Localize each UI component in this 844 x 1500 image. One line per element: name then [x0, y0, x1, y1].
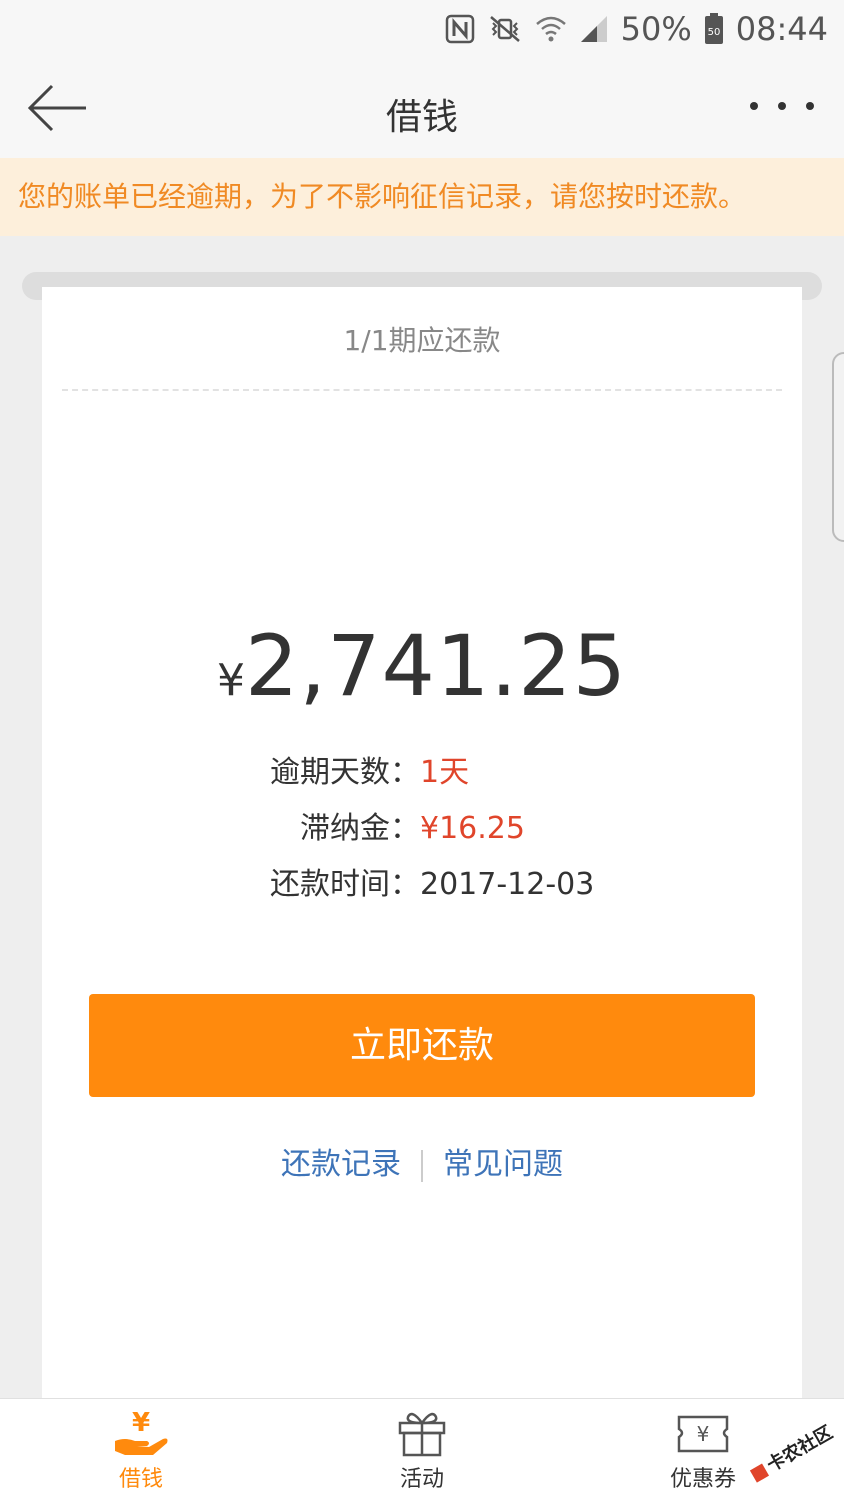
gift-icon	[398, 1412, 446, 1457]
overdue-days-value: 1天	[420, 755, 470, 790]
edge-panel-handle[interactable]	[832, 352, 844, 542]
overdue-notice: 您的账单已经逾期，为了不影响征信记录，请您按时还款。	[0, 158, 844, 236]
nav-label-activity: 活动	[399, 1467, 444, 1492]
more-dot	[778, 102, 786, 110]
late-fee-value: ¥16.25	[420, 811, 525, 846]
yen-hand-icon: ¥	[115, 1408, 168, 1455]
battery-icon: 50	[704, 13, 724, 45]
bill-card: 1/1期应还款 ¥2,741.25 逾期天数：1天 滞纳金：¥16.25 还款时…	[42, 287, 802, 1407]
watermark-logo: 卡农社区	[740, 1412, 840, 1492]
status-bar: 50% 50 08:44	[0, 0, 844, 58]
period-label: 1/1期应还款	[343, 324, 501, 357]
battery-badge: 50	[707, 27, 720, 38]
secondary-links: 还款记录 常见问题	[42, 1139, 802, 1183]
status-time: 08:44	[735, 10, 828, 48]
dashed-divider	[62, 389, 782, 391]
svg-text:¥: ¥	[132, 1408, 150, 1438]
more-button[interactable]	[750, 86, 814, 126]
page-title: 借钱	[385, 97, 458, 138]
nav-item-borrow[interactable]: ¥ 借钱	[71, 1399, 211, 1499]
due-date-row: 还款时间：2017-12-03	[266, 859, 594, 903]
more-dot	[806, 102, 814, 110]
overdue-days-row: 逾期天数：1天	[266, 747, 469, 791]
late-fee-row: 滞纳金：¥16.25	[266, 803, 525, 847]
repay-record-link[interactable]: 还款记录	[281, 1147, 401, 1182]
late-fee-label: 滞纳金：	[300, 811, 420, 846]
faq-link[interactable]: 常见问题	[443, 1147, 563, 1182]
currency-symbol: ¥	[216, 655, 245, 706]
app-header: 借钱	[0, 58, 844, 158]
link-separator	[421, 1149, 423, 1182]
pay-now-button[interactable]: 立即还款	[89, 994, 755, 1097]
more-dots-icon	[750, 102, 758, 110]
svg-text:¥: ¥	[697, 1422, 710, 1446]
battery-percent: 50%	[620, 10, 692, 48]
signal-icon	[579, 14, 609, 44]
vibrate-mute-icon	[487, 14, 523, 44]
amount-value: 2,741.25	[244, 617, 628, 715]
coupon-icon: ¥	[677, 1415, 729, 1453]
nfc-icon	[445, 14, 475, 44]
due-date-label: 还款时间：	[270, 867, 420, 902]
wifi-icon	[535, 14, 567, 44]
nav-label-borrow: 借钱	[118, 1467, 163, 1492]
status-icons: 50% 50 08:44	[445, 8, 828, 50]
amount-due: ¥2,741.25	[42, 617, 802, 715]
overdue-days-label: 逾期天数：	[270, 755, 420, 790]
nav-item-activity[interactable]: 活动	[352, 1399, 492, 1499]
watermark-text: 卡农社区	[763, 1421, 836, 1476]
bottom-nav: ¥ 借钱 活动 ¥ 优惠券	[0, 1398, 844, 1500]
due-date-value: 2017-12-03	[420, 867, 595, 902]
